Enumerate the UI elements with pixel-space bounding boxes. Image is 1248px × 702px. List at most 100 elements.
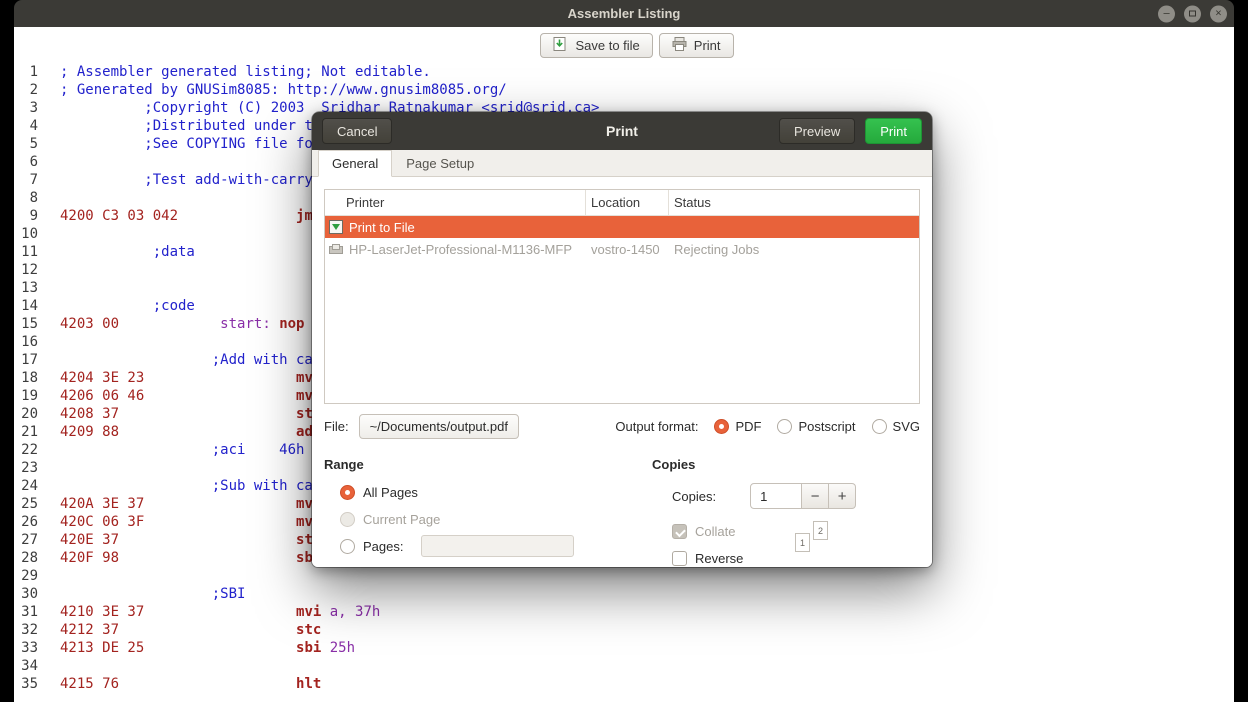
minimize-icon[interactable]: – [1158,5,1175,22]
code-text: ; Generated by GNUSim8085: http://www.gn… [38,81,507,99]
checkbox-icon [672,551,687,566]
code-line: 354215 76 hlt [14,675,1234,693]
format-postscript-label: Postscript [798,419,855,434]
output-format-group: Output format: PDF Postscript SVG [615,419,920,434]
code-text: ;code [38,297,195,315]
line-number: 29 [14,567,38,585]
code-text [38,279,68,297]
column-header-status[interactable]: Status [669,190,919,215]
code-text: ;aci 46h [38,441,304,459]
code-text: 4212 37 stc [38,621,321,639]
pages-input[interactable] [421,535,574,557]
print-to-file-icon [329,220,343,234]
print-button[interactable]: Print [659,33,734,58]
format-radio-svg[interactable]: SVG [872,419,920,434]
range-section: Range All Pages Current Page Pages: [324,457,652,567]
toolbar: Save to file Print [27,27,1234,63]
copies-input[interactable]: 1 [750,483,802,509]
line-number: 26 [14,513,38,531]
maximize-icon[interactable] [1184,5,1201,22]
copies-stepper: 1 − + [750,483,856,509]
tab-page-setup[interactable]: Page Setup [392,150,488,176]
line-number: 6 [14,153,38,171]
checkbox-icon [672,524,687,539]
printer-location: vostro-1450 [586,242,669,257]
all-pages-label: All Pages [363,485,418,500]
code-line: 334213 DE 25 sbi 25h [14,639,1234,657]
copies-increment-button[interactable]: + [829,483,856,509]
print-dialog-body: General Page Setup Printer Location Stat… [312,150,932,567]
code-line: 29 [14,567,1234,585]
code-text: 4203 00 start: nop [38,315,304,333]
range-radio-current-page[interactable]: Current Page [340,510,652,528]
column-header-printer[interactable]: Printer [325,190,586,215]
line-number: 7 [14,171,38,189]
line-number: 35 [14,675,38,693]
line-number: 33 [14,639,38,657]
code-line: 2; Generated by GNUSim8085: http://www.g… [14,81,1234,99]
print-button-label: Print [694,38,721,53]
cancel-button[interactable]: Cancel [322,118,392,144]
code-line: 1; Assembler generated listing; Not edit… [14,63,1234,81]
preview-page-1: 1 [795,533,810,552]
radio-icon [340,485,355,500]
code-text: ;data [38,243,195,261]
line-number: 24 [14,477,38,495]
code-line: 324212 37 stc [14,621,1234,639]
format-svg-label: SVG [893,419,920,434]
close-icon[interactable]: × [1210,5,1227,22]
radio-icon [777,419,792,434]
file-path-button[interactable]: ~/Documents/output.pdf [359,414,519,439]
printer-name: Print to File [349,220,415,235]
format-radio-postscript[interactable]: Postscript [777,419,855,434]
screen: Assembler Listing – × Save to file [0,0,1248,702]
line-number: 32 [14,621,38,639]
collate-preview: 2 1 [795,521,828,552]
printer-name: HP-LaserJet-Professional-M1136-MFP [349,242,572,257]
save-to-file-button[interactable]: Save to file [540,33,652,58]
line-number: 18 [14,369,38,387]
copies-decrement-button[interactable]: − [802,483,829,509]
range-radio-all-pages[interactable]: All Pages [340,483,652,501]
print-confirm-button[interactable]: Print [865,118,922,144]
line-number: 3 [14,99,38,117]
code-text: 420F 98 sbb b [38,549,338,567]
code-text: 4210 3E 37 mvi a, 37h [38,603,380,621]
line-number: 19 [14,387,38,405]
code-text: 4208 37 stc [38,405,321,423]
window-title: Assembler Listing [568,6,681,21]
tab-general[interactable]: General [318,150,392,177]
reverse-checkbox[interactable]: Reverse [672,550,920,567]
code-text [38,567,68,585]
code-text [38,459,68,477]
column-header-location[interactable]: Location [586,190,669,215]
line-number: 5 [14,135,38,153]
save-button-label: Save to file [575,38,639,53]
close-glyph: × [1215,8,1221,19]
code-text: 4215 76 hlt [38,675,321,693]
range-heading: Range [324,457,652,472]
copies-row: Copies: 1 − + [652,483,920,509]
line-number: 28 [14,549,38,567]
pages-label: Pages: [363,539,403,554]
print-dialog-title: Print [606,123,638,139]
current-page-label: Current Page [363,512,440,527]
code-text: 420E 37 stc [38,531,321,549]
line-number: 11 [14,243,38,261]
line-number: 17 [14,351,38,369]
preview-button[interactable]: Preview [779,118,855,144]
range-radio-pages[interactable]: Pages: [340,537,652,555]
printer-row[interactable]: HP-LaserJet-Professional-M1136-MFP vostro… [325,238,919,260]
code-line: 30 ;SBI [14,585,1234,603]
output-format-label: Output format: [615,419,698,434]
code-text: ; Assembler generated listing; Not edita… [38,63,431,81]
line-number: 15 [14,315,38,333]
line-number: 9 [14,207,38,225]
maximize-glyph [1189,11,1196,17]
line-number: 13 [14,279,38,297]
format-radio-pdf[interactable]: PDF [714,419,761,434]
printer-row[interactable]: Print to File [325,216,919,238]
line-number: 1 [14,63,38,81]
file-label: File: [324,419,349,434]
line-number: 10 [14,225,38,243]
